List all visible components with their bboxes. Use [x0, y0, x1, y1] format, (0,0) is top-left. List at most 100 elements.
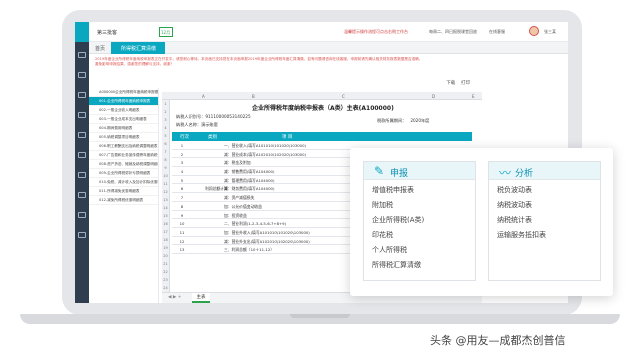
- declare-item[interactable]: 个人所得税: [372, 243, 475, 258]
- form-list-item[interactable]: 011-所得减免优惠明细表: [89, 187, 158, 196]
- header-category: 类别: [208, 135, 217, 140]
- download-button[interactable]: 下载: [446, 81, 455, 86]
- row-number: 2: [180, 151, 184, 157]
- taxpayer-id-label: 纳税人识别号：91110000053140225: [176, 114, 251, 120]
- declare-item[interactable]: 企业所得税(A类): [372, 213, 475, 228]
- column-label[interactable]: B: [252, 94, 255, 99]
- analysis-header: 〰 分析: [489, 162, 600, 180]
- row-number: 7: [180, 195, 184, 201]
- row-label: 二、营业利润(1-2-3-4-5-6-7+8+9): [224, 221, 287, 227]
- row-number: 9: [180, 212, 184, 218]
- tab-bar: 首页 所得税汇算清缴: [89, 42, 568, 54]
- analysis-item[interactable]: 纳税统计表: [497, 213, 600, 228]
- declare-title: 申报: [390, 169, 409, 179]
- calendar-icon[interactable]: [78, 112, 86, 118]
- form-list-item-active[interactable]: 001-企业所得税年度纳税申报表: [89, 97, 158, 106]
- analysis-item[interactable]: 税负波动表: [497, 183, 600, 198]
- gear-icon[interactable]: [78, 212, 86, 218]
- form-list: A000000企业所得税年度纳税申报基础信息表 001-企业所得税年度纳税申报表…: [89, 88, 159, 303]
- header-item: 项 目: [282, 135, 293, 140]
- form-list-item[interactable]: 002-一般企业收入明细表: [89, 106, 158, 115]
- header-link-class[interactable]: 每周二、四日报税课堂回放: [429, 29, 477, 35]
- row-number: 13: [179, 247, 185, 253]
- sheet-tab-main[interactable]: 主表: [192, 293, 210, 303]
- header-link-service[interactable]: 在线客服: [489, 29, 505, 35]
- column-label[interactable]: C: [342, 94, 345, 99]
- row-label: 加：投资收益: [224, 212, 247, 218]
- sheet-title: 企业所得税年度纳税申报表（A类）主表(A100000): [252, 105, 394, 112]
- row-number: 3: [180, 160, 184, 166]
- declare-item[interactable]: 印花税: [372, 228, 475, 243]
- print-button[interactable]: 打印: [461, 81, 470, 86]
- promo-text[interactable]: 温馨提示操作流程可点击右侧工作台: [344, 29, 408, 35]
- upload-icon[interactable]: [78, 232, 86, 238]
- feature-popup: ✎ 申报 增值税申报表 附加税 企业所得税(A类) 印花税 个人所得税 所得税汇…: [350, 148, 613, 296]
- row-label: 一、营业收入(填写A101010\101020\103000): [224, 143, 306, 148]
- top-bar: 第三批客 12月 温馨提示操作流程可点击右侧工作台 每周二、四日报税课堂回放 在…: [89, 22, 568, 42]
- header-row-number: 行次: [180, 135, 189, 140]
- form-list-item[interactable]: A000000企业所得税年度纳税申报基础信息表: [89, 88, 158, 97]
- column-label[interactable]: E: [472, 94, 475, 99]
- row-number: 11: [179, 229, 185, 235]
- tab-home[interactable]: 首页: [95, 45, 105, 52]
- declare-icon: ✎: [374, 164, 385, 178]
- notice-text: 2019年度企业所得税年度纳税申报表正在开发中，请您耐心等待。本页面已支持您在本…: [95, 57, 423, 66]
- column-label[interactable]: D: [432, 94, 435, 99]
- analysis-item[interactable]: 运输服务抵扣表: [497, 228, 600, 243]
- declare-item[interactable]: 增值税申报表: [372, 183, 475, 198]
- period-label: 税款所属期间：: [377, 118, 407, 123]
- period-row: 税款所属期间： 2020年度: [377, 118, 429, 124]
- form-list-item[interactable]: 012-减免所得税优惠明细表: [89, 196, 158, 205]
- form-list-item[interactable]: 003-一般企业成本支出明细表: [89, 115, 158, 124]
- row-label: 三、利润总额（10＋11-12）: [224, 247, 275, 253]
- declare-item[interactable]: 所得税汇算清缴: [372, 258, 475, 273]
- form-list-item[interactable]: 008-资产折旧、摊销及纳税调整明细表: [89, 160, 158, 169]
- row-number: 4: [180, 169, 184, 175]
- taxpayer-id-label-text: 纳税人识别号：: [176, 114, 206, 119]
- row-label: 减：销售费用(填写A104000): [224, 169, 275, 175]
- lock-icon[interactable]: [78, 192, 86, 198]
- form-list-item[interactable]: 007-广告费和业务宣传费跨年度纳税调整明细表: [89, 151, 158, 160]
- invoice-icon[interactable]: [78, 92, 86, 98]
- form-list-item[interactable]: 005-纳税调整项目明细表: [89, 133, 158, 142]
- analysis-title: 分析: [515, 169, 534, 179]
- row-number: 6: [180, 186, 184, 192]
- row-label: 减：营业外支出(填写A102010\102020\103000): [224, 238, 310, 244]
- taxpayer-name-label: 纳税人名称：: [176, 122, 202, 127]
- tab-annual-settlement[interactable]: 所得税汇算清缴: [111, 42, 165, 54]
- report-icon[interactable]: [78, 132, 86, 138]
- row-number: 10: [179, 221, 185, 227]
- form-list-item[interactable]: 006-职工薪酬支出及纳税调整明细表: [89, 142, 158, 151]
- document-icon[interactable]: [78, 72, 86, 78]
- declare-header: ✎ 申报: [364, 162, 475, 180]
- form-list-item[interactable]: 009-企业所得税弥补亏损明细表: [89, 169, 158, 178]
- taxpayer-name: 演示账套: [201, 122, 218, 127]
- row-label: 减：税金及附加: [224, 160, 251, 166]
- declare-column: ✎ 申报 增值税申报表 附加税 企业所得税(A类) 印花税 个人所得税 所得税汇…: [363, 161, 476, 281]
- column-label[interactable]: A: [202, 94, 205, 99]
- analysis-item[interactable]: 纳税波动表: [497, 198, 600, 213]
- form-list-item[interactable]: 004-期间费用明细表: [89, 124, 158, 133]
- left-sidebar: [75, 22, 89, 303]
- period-value: 2020年度: [410, 118, 430, 123]
- row-numbers: 1234567891011121314151617181920212223242…: [162, 100, 170, 300]
- row-number: 5: [180, 177, 184, 183]
- chart-icon[interactable]: [78, 152, 86, 158]
- taxpayer-name-row: 纳税人名称：演示账套: [176, 122, 218, 128]
- row-number: 8: [180, 203, 184, 209]
- row-label: 加：公允价值变动收益: [224, 203, 262, 209]
- company-name[interactable]: 第三批客: [97, 29, 117, 36]
- watermark-text: 头条 @用友—成都杰创普信: [430, 334, 566, 347]
- period-select[interactable]: 12月: [159, 27, 173, 37]
- declare-item[interactable]: 附加税: [372, 198, 475, 213]
- app-logo-icon[interactable]: [75, 22, 89, 42]
- row-number: 1: [180, 143, 184, 148]
- sheet-nav-arrows-icon[interactable]: ◀ ▶ +: [168, 295, 182, 300]
- list-icon[interactable]: [78, 172, 86, 178]
- form-list-item[interactable]: 010-免税、减计收入及加计扣除优惠明细表: [89, 178, 158, 187]
- taxpayer-id: 91110000053140225: [205, 114, 251, 119]
- analysis-column: 〰 分析 税负波动表 纳税波动表 纳税统计表 运输服务抵扣表: [488, 161, 601, 281]
- home-icon[interactable]: [78, 52, 86, 58]
- avatar[interactable]: [529, 26, 539, 36]
- user-name[interactable]: 张三某: [544, 29, 556, 35]
